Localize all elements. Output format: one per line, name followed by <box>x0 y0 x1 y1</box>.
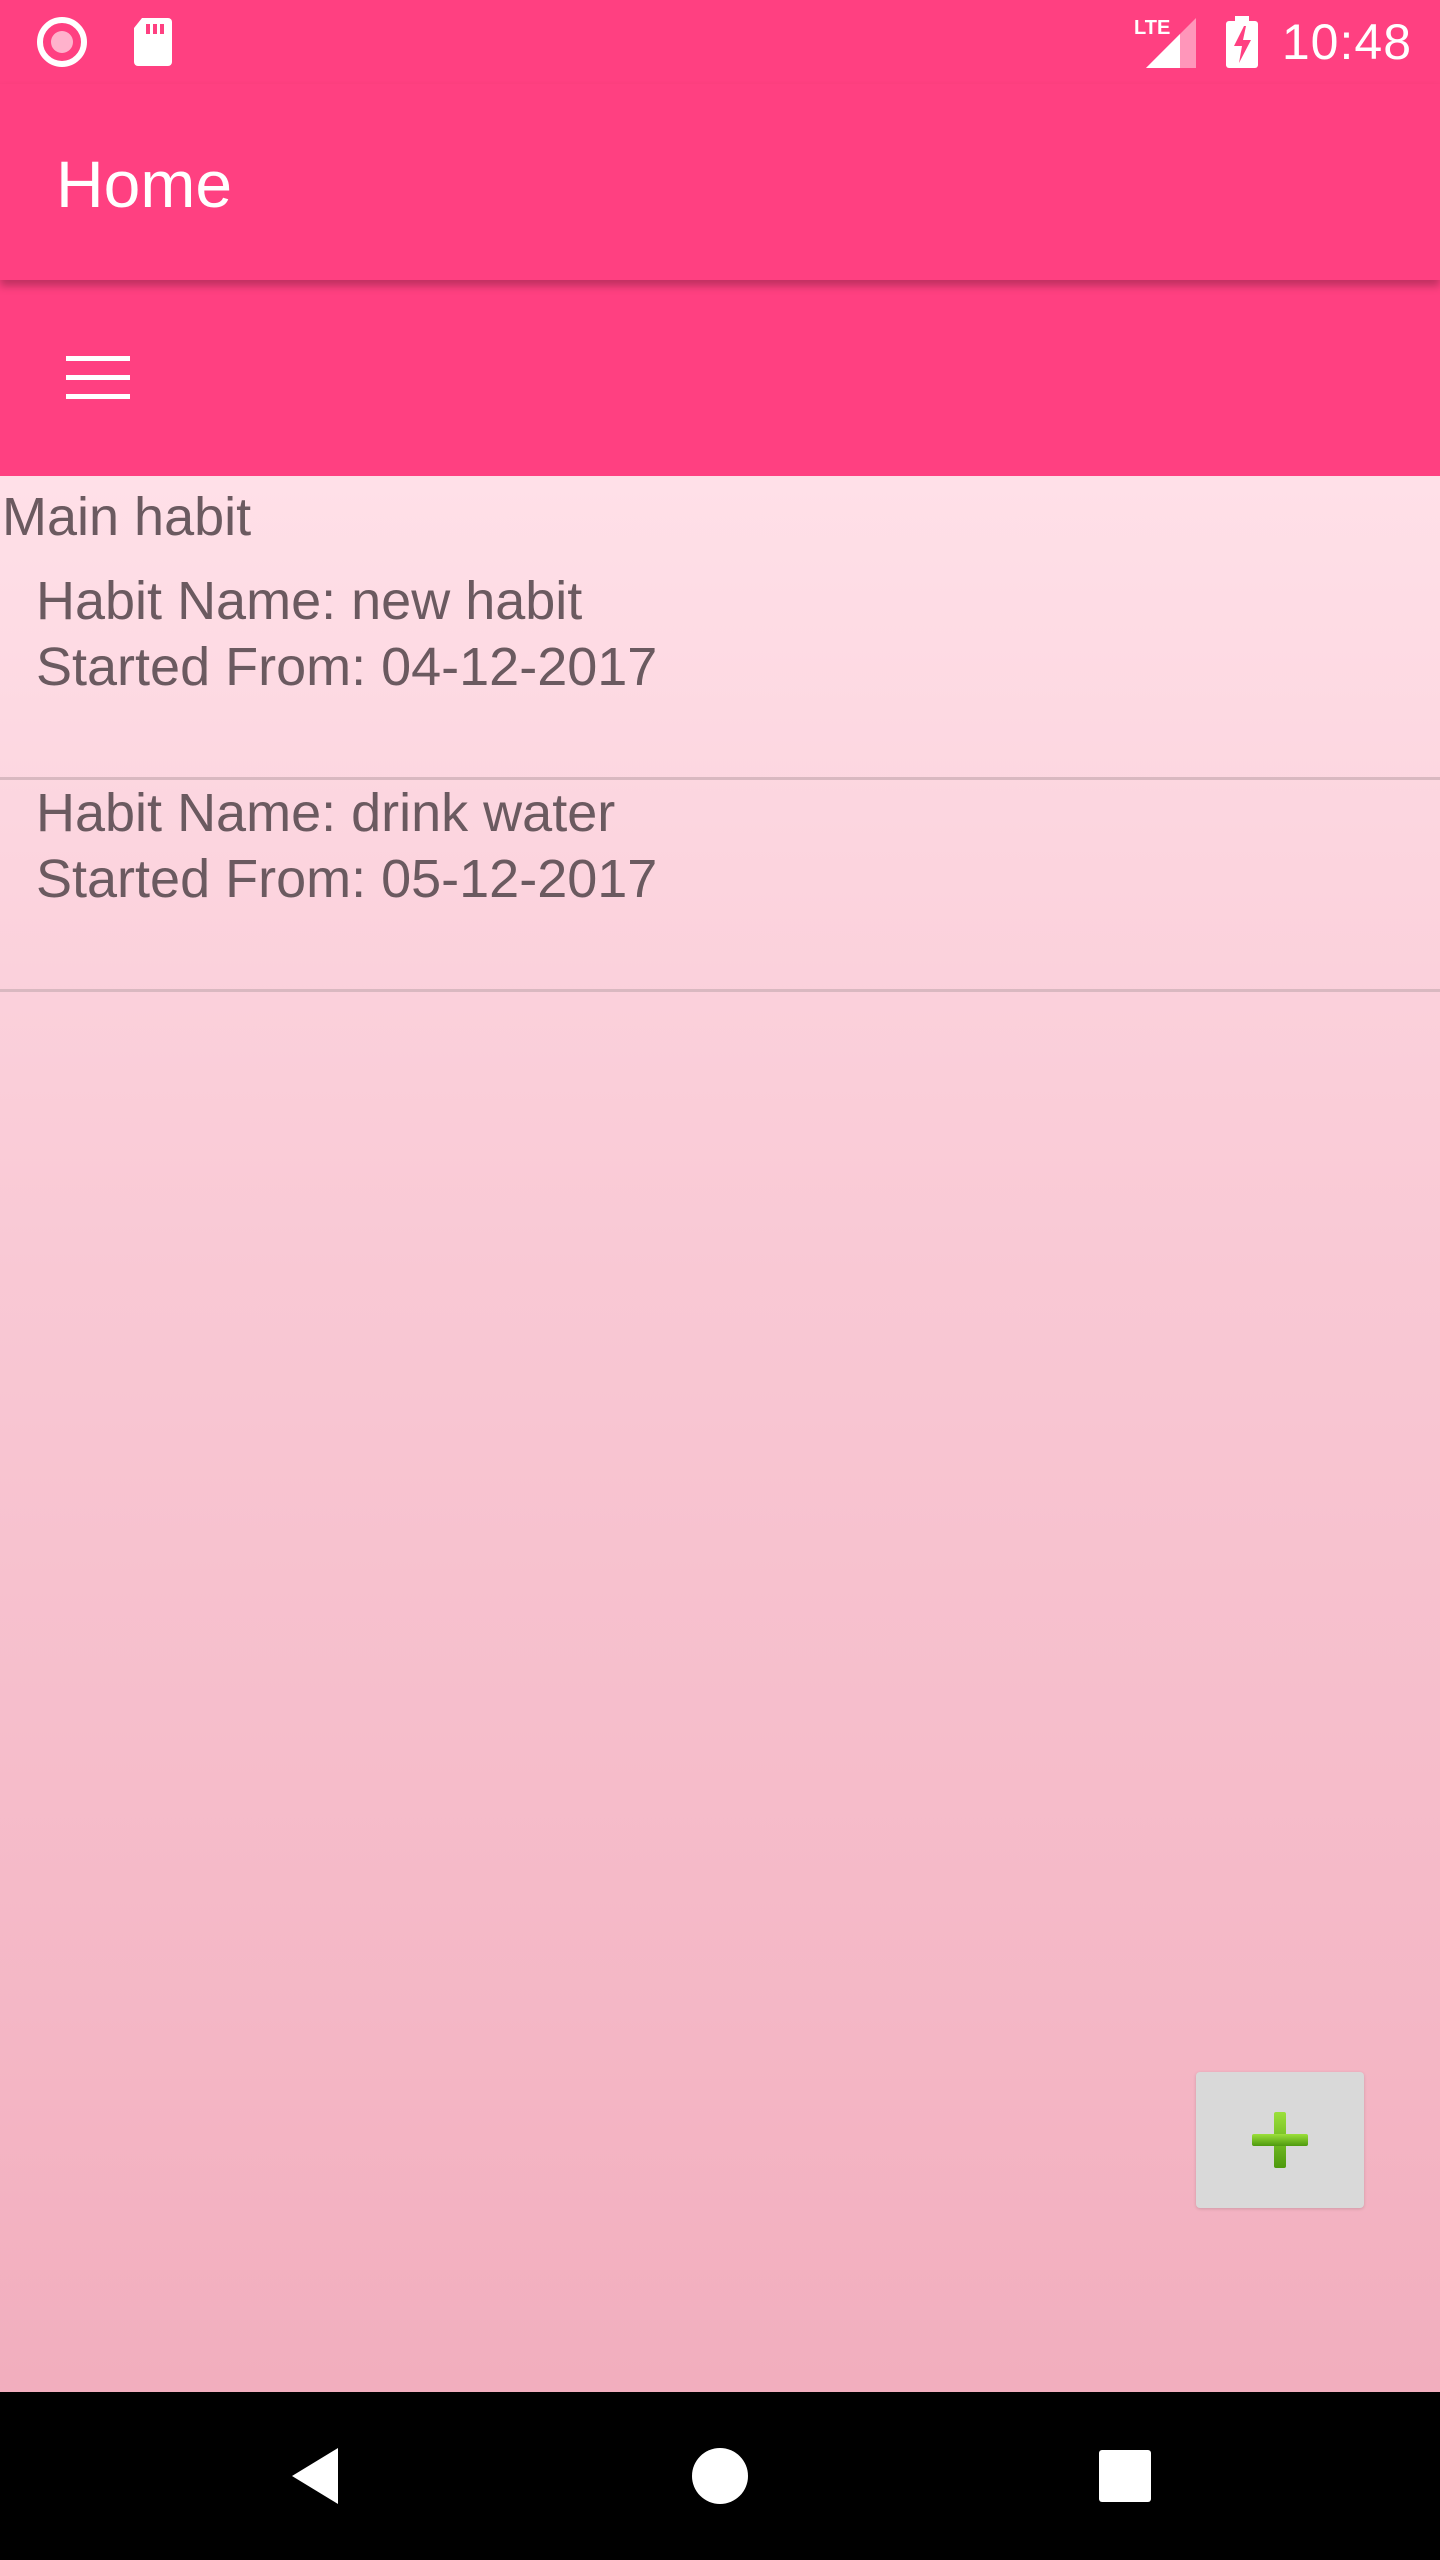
recents-icon <box>1097 2448 1153 2504</box>
habit-name: drink water <box>351 783 616 843</box>
habit-name-line: Habit Name: new habit <box>36 570 582 632</box>
signal-icon: LTE <box>1132 14 1202 70</box>
page-title: Home <box>56 147 233 221</box>
back-button[interactable] <box>268 2428 364 2524</box>
habit-list-item[interactable]: Habit Name: drink water Started From: 05… <box>0 780 1440 992</box>
status-bar: LTE 10:48 <box>0 0 1440 84</box>
status-right-icons: LTE 10:48 <box>1132 10 1412 74</box>
back-icon <box>286 2444 346 2508</box>
app-bar: Home <box>0 84 1440 280</box>
habit-date-label: Started From: <box>36 849 382 909</box>
habit-name-line: Habit Name: drink water <box>36 782 615 844</box>
hamburger-menu-button[interactable] <box>56 340 140 416</box>
main-content: Main habit Habit Name: new habit Started… <box>0 476 1440 2392</box>
add-habit-button[interactable] <box>1196 2072 1364 2208</box>
habit-date-label: Started From: <box>36 637 382 697</box>
home-icon <box>690 2446 750 2506</box>
habit-start-date-line: Started From: 04-12-2017 <box>36 636 657 698</box>
habit-start-date: 04-12-2017 <box>381 637 658 697</box>
plus-icon <box>1248 2108 1312 2172</box>
section-title: Main habit <box>2 487 252 547</box>
habit-name: new habit <box>351 571 583 631</box>
habit-start-date: 05-12-2017 <box>381 849 658 909</box>
habit-list-item[interactable]: Habit Name: new habit Started From: 04-1… <box>0 568 1440 780</box>
habit-list: Habit Name: new habit Started From: 04-1… <box>0 568 1440 992</box>
sd-card-icon <box>132 16 174 68</box>
home-button[interactable] <box>672 2428 768 2524</box>
battery-charging-icon <box>1224 14 1260 70</box>
habit-start-date-line: Started From: 05-12-2017 <box>36 848 657 910</box>
status-time: 10:48 <box>1281 14 1412 70</box>
navigation-bar <box>0 2392 1440 2560</box>
toolbar <box>0 280 1440 476</box>
recents-button[interactable] <box>1077 2428 1173 2524</box>
status-left-icons <box>36 16 174 68</box>
habit-name-label: Habit Name: <box>36 783 352 843</box>
habit-name-label: Habit Name: <box>36 571 352 631</box>
hamburger-menu-icon <box>64 352 132 404</box>
network-label: LTE <box>1134 17 1170 39</box>
record-icon <box>36 16 88 68</box>
